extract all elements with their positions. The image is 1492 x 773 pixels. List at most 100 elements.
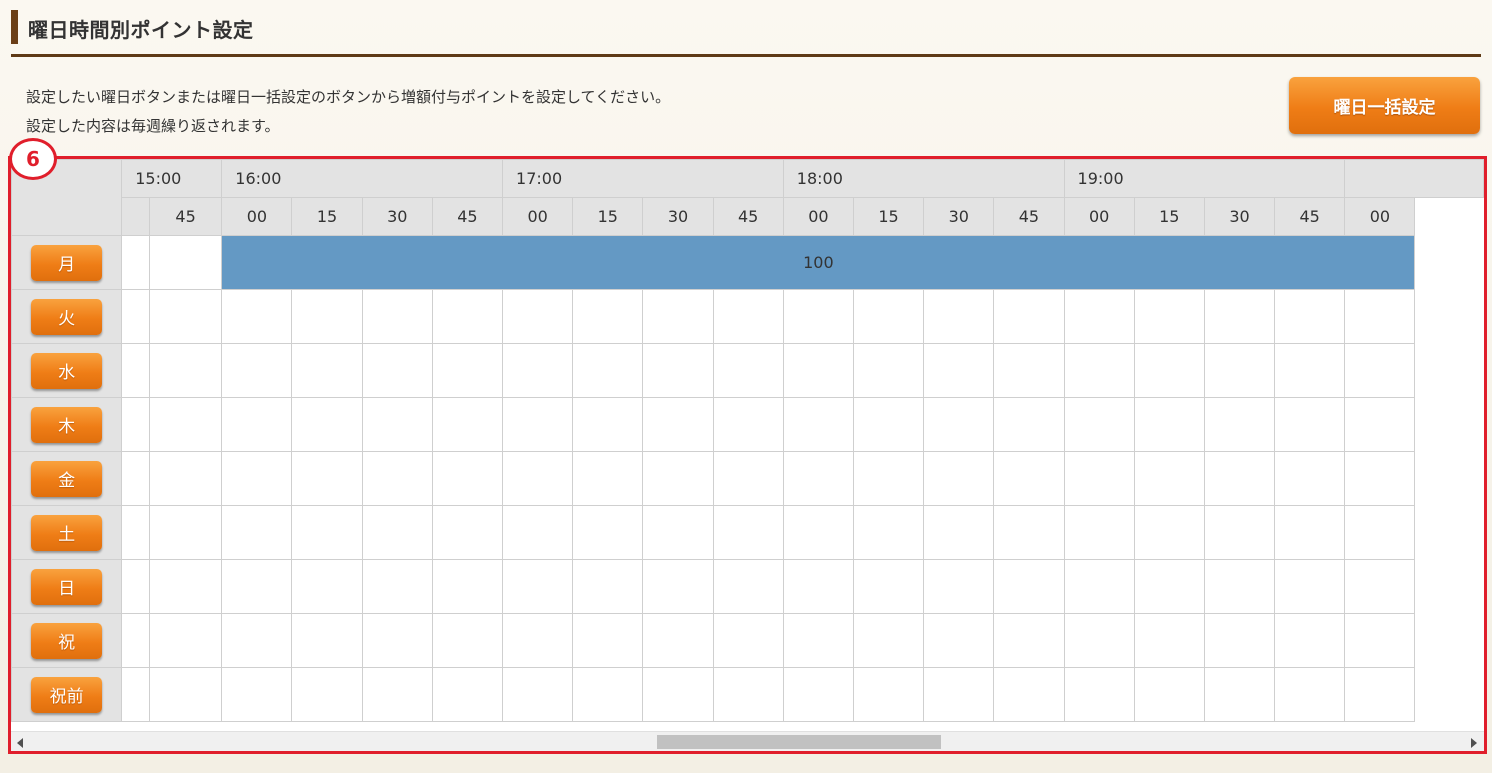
time-slot-cell[interactable] xyxy=(642,559,714,614)
time-slot-cell[interactable] xyxy=(361,397,433,452)
time-slot-cell[interactable] xyxy=(502,559,574,614)
time-slot-cell[interactable] xyxy=(1274,289,1346,344)
time-slot-cell[interactable] xyxy=(148,505,223,560)
time-slot-cell[interactable] xyxy=(1203,289,1276,344)
time-slot-cell[interactable] xyxy=(572,505,644,560)
time-slot-cell[interactable] xyxy=(361,613,433,668)
time-slot-cell[interactable] xyxy=(572,343,644,398)
time-slot-cell[interactable] xyxy=(1203,667,1276,722)
time-slot-cell[interactable] xyxy=(1274,505,1346,560)
time-slot-cell[interactable] xyxy=(121,397,150,452)
time-slot-cell[interactable] xyxy=(1203,559,1276,614)
time-slot-cell[interactable] xyxy=(1203,343,1276,398)
time-slot-cell[interactable] xyxy=(291,343,363,398)
time-slot-cell[interactable] xyxy=(361,343,433,398)
day-button-thu[interactable]: 木 xyxy=(31,406,103,443)
time-slot-cell[interactable] xyxy=(121,613,150,668)
time-slot-cell[interactable] xyxy=(1063,559,1135,614)
time-slot-cell[interactable] xyxy=(221,451,293,506)
time-slot-cell[interactable] xyxy=(361,289,433,344)
time-slot-cell[interactable] xyxy=(993,559,1065,614)
time-slot-cell[interactable] xyxy=(572,559,644,614)
time-slot-cell[interactable] xyxy=(852,397,925,452)
time-slot-cell[interactable] xyxy=(291,451,363,506)
time-slot-cell[interactable] xyxy=(431,289,504,344)
time-slot-cell[interactable] xyxy=(923,667,995,722)
time-slot-cell[interactable] xyxy=(1133,559,1205,614)
time-slot-cell[interactable] xyxy=(1133,505,1205,560)
time-slot-cell[interactable] xyxy=(642,505,714,560)
time-slot-cell[interactable] xyxy=(1063,397,1135,452)
time-slot-cell[interactable] xyxy=(502,343,574,398)
time-slot-cell[interactable] xyxy=(431,559,504,614)
time-slot-cell[interactable] xyxy=(221,397,293,452)
time-slot-cell[interactable] xyxy=(572,667,644,722)
time-slot-cell[interactable] xyxy=(1344,559,1416,614)
time-slot-cell[interactable] xyxy=(993,397,1065,452)
time-slot-cell[interactable] xyxy=(291,559,363,614)
time-slot-cell[interactable] xyxy=(502,289,574,344)
time-slot-cell[interactable] xyxy=(121,235,150,290)
time-slot-cell[interactable] xyxy=(502,667,574,722)
time-slot-cell[interactable] xyxy=(1133,667,1205,722)
time-slot-cell[interactable] xyxy=(642,613,714,668)
time-slot-cell[interactable] xyxy=(642,343,714,398)
time-slot-cell[interactable] xyxy=(923,451,995,506)
time-slot-cell[interactable] xyxy=(712,451,784,506)
time-slot-cell[interactable] xyxy=(502,397,574,452)
time-slot-cell[interactable] xyxy=(1274,451,1346,506)
time-slot-cell[interactable] xyxy=(431,397,504,452)
day-button-pre-holiday[interactable]: 祝前 xyxy=(31,676,103,713)
time-slot-cell[interactable] xyxy=(1063,343,1135,398)
time-slot-cell[interactable] xyxy=(1344,289,1416,344)
time-slot-cell[interactable] xyxy=(1203,613,1276,668)
time-slot-cell[interactable] xyxy=(361,559,433,614)
time-slot-cell[interactable] xyxy=(712,289,784,344)
time-slot-cell[interactable] xyxy=(1063,667,1135,722)
time-slot-cell[interactable] xyxy=(993,613,1065,668)
time-slot-cell[interactable] xyxy=(923,505,995,560)
time-slot-cell[interactable] xyxy=(431,343,504,398)
time-slot-cell[interactable] xyxy=(782,343,854,398)
time-slot-cell[interactable] xyxy=(291,289,363,344)
time-slot-cell[interactable] xyxy=(712,613,784,668)
day-button-fri[interactable]: 金 xyxy=(31,460,103,497)
time-slot-cell[interactable] xyxy=(221,667,293,722)
time-slot-cell[interactable] xyxy=(923,343,995,398)
time-slot-cell[interactable] xyxy=(148,667,223,722)
time-slot-cell[interactable] xyxy=(782,289,854,344)
time-slot-cell[interactable] xyxy=(1203,397,1276,452)
time-slot-cell[interactable] xyxy=(221,505,293,560)
horizontal-scrollbar[interactable] xyxy=(11,731,1484,751)
time-slot-cell[interactable] xyxy=(1063,613,1135,668)
time-slot-cell[interactable] xyxy=(1133,289,1205,344)
time-slot-cell[interactable] xyxy=(1274,613,1346,668)
time-slot-cell[interactable] xyxy=(148,289,223,344)
time-slot-cell[interactable] xyxy=(221,289,293,344)
time-slot-cell[interactable] xyxy=(1133,343,1205,398)
time-slot-cell[interactable] xyxy=(121,343,150,398)
time-slot-cell[interactable] xyxy=(502,451,574,506)
time-slot-cell[interactable] xyxy=(993,667,1065,722)
time-slot-cell[interactable] xyxy=(852,505,925,560)
time-slot-cell[interactable] xyxy=(852,667,925,722)
day-button-sat[interactable]: 土 xyxy=(31,514,103,551)
time-slot-cell[interactable] xyxy=(148,397,223,452)
scrollbar-thumb[interactable] xyxy=(657,735,941,749)
time-slot-cell[interactable] xyxy=(852,559,925,614)
time-slot-cell[interactable] xyxy=(148,451,223,506)
time-slot-cell[interactable] xyxy=(852,451,925,506)
time-slot-cell[interactable] xyxy=(782,613,854,668)
time-slot-cell[interactable] xyxy=(431,667,504,722)
time-slot-cell[interactable] xyxy=(1203,451,1276,506)
time-slot-cell[interactable] xyxy=(572,451,644,506)
time-slot-cell[interactable] xyxy=(148,343,223,398)
time-slot-cell[interactable] xyxy=(502,505,574,560)
time-slot-cell[interactable] xyxy=(572,613,644,668)
time-slot-cell[interactable] xyxy=(1344,397,1416,452)
time-slot-cell[interactable] xyxy=(712,505,784,560)
time-slot-cell[interactable] xyxy=(572,289,644,344)
time-slot-cell[interactable] xyxy=(712,559,784,614)
time-slot-cell[interactable] xyxy=(121,559,150,614)
time-slot-cell[interactable] xyxy=(1274,559,1346,614)
